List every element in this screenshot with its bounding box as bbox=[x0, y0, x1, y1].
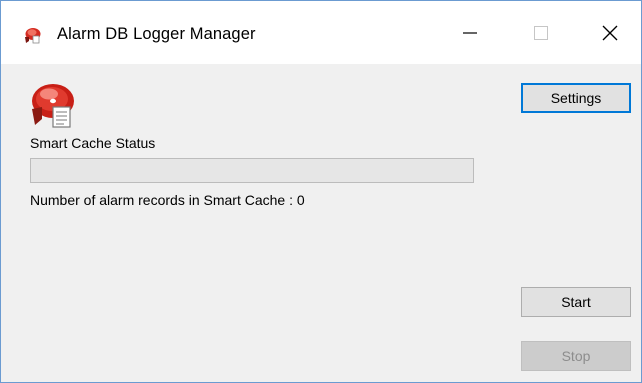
stop-button: Stop bbox=[521, 341, 631, 371]
maximize-button[interactable] bbox=[507, 1, 575, 64]
maximize-icon bbox=[534, 25, 548, 40]
minimize-button[interactable] bbox=[436, 1, 504, 64]
cache-status-label: Smart Cache Status bbox=[30, 135, 156, 151]
start-button[interactable]: Start bbox=[521, 287, 631, 317]
alarm-logger-icon bbox=[32, 84, 74, 128]
settings-button[interactable]: Settings bbox=[521, 83, 631, 113]
alarm-logger-icon bbox=[25, 28, 41, 44]
alarm-record-count-label: Number of alarm records in Smart Cache :… bbox=[30, 192, 305, 208]
title-bar[interactable]: Alarm DB Logger Manager bbox=[1, 1, 641, 64]
close-button[interactable] bbox=[576, 1, 641, 64]
app-window: Alarm DB Logger Manager Smart Cache Stat… bbox=[0, 0, 642, 383]
minimize-icon bbox=[463, 31, 477, 34]
close-icon bbox=[602, 25, 618, 40]
window-title: Alarm DB Logger Manager bbox=[57, 25, 256, 43]
cache-status-progress-bar bbox=[30, 158, 474, 183]
